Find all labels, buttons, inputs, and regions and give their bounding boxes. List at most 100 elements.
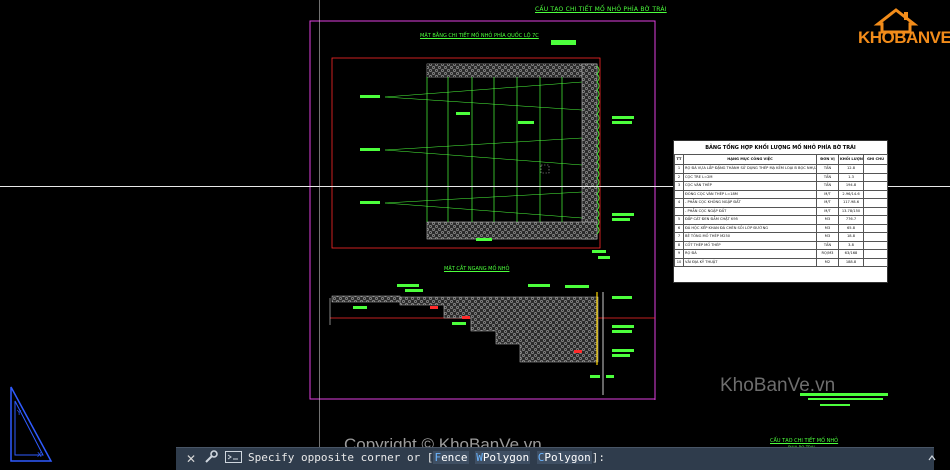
- table-cell: RỌ/M3: [816, 249, 839, 259]
- table-row: - PHẦN CỌC NGẬP ĐẤT M/T 13.78/150: [674, 206, 888, 216]
- table-row: 7 BÊ TÔNG MỐ THÉP M250 M3 18.8: [674, 232, 888, 242]
- table-cell: 3.8: [838, 240, 864, 250]
- table-cell: ĐÓNG CỌC VÁN THÉP L=18M: [683, 189, 817, 199]
- table-cell: CỐT THÉP MỐ THÉP: [683, 240, 817, 250]
- table-cell: M2: [816, 257, 839, 267]
- table-cell: M3: [816, 232, 839, 242]
- table-cell: [863, 215, 888, 225]
- table-cell: 10: [674, 257, 684, 267]
- table-cell: [674, 206, 684, 216]
- table-cell: 65.8: [838, 223, 864, 233]
- plan-bottom-wall: [426, 221, 598, 240]
- table-cell: M/T: [816, 198, 839, 208]
- table-cell: 5: [674, 215, 684, 225]
- command-prompt-text: Specify opposite corner or [: [248, 451, 434, 464]
- table-cell: ĐẮP CÁT ĐEN ĐẦM CHẶT K95: [683, 215, 817, 225]
- plan-view-label: MẶT BẰNG CHI TIẾT MỐ NHỎ PHÍA QUỐC LỘ 7C: [420, 33, 539, 39]
- table-cell: [863, 164, 888, 174]
- table-cell: 4: [674, 198, 684, 208]
- command-history-chevron-icon[interactable]: [928, 449, 936, 467]
- table-cell: M3: [816, 223, 839, 233]
- table-cell: BÊ TÔNG MỐ THÉP M250: [683, 232, 817, 242]
- table-cell: TẤN: [816, 240, 839, 250]
- table-row: 5 ĐẮP CÁT ĐEN ĐẦM CHẶT K95 M3 776.7: [674, 215, 888, 225]
- table-cell: [863, 240, 888, 250]
- quantity-table: BẢNG TỔNG HỢP KHỐI LƯỢNG MỐ NHỎ PHÍA BỜ …: [673, 140, 888, 283]
- table-row: 10 VẢI ĐỊA KỸ THUẬT M2 188.8: [674, 257, 888, 267]
- table-cell: 1.3: [838, 172, 864, 182]
- table-cell: 7: [674, 232, 684, 242]
- table-cell: RỌ ĐÁ: [683, 249, 817, 259]
- option-cpolygon[interactable]: CPolygon: [536, 451, 592, 464]
- table-row: 9 RỌ ĐÁ RỌ/M3 63/168: [674, 249, 888, 259]
- table-cell: 117.98.6: [838, 198, 864, 208]
- table-cell: 194.8: [838, 181, 864, 191]
- table-cell: 18.8: [838, 232, 864, 242]
- table-cell: [863, 223, 888, 233]
- table-cell: [863, 181, 888, 191]
- option-fence[interactable]: Fence: [433, 451, 469, 464]
- table-cell: 776.7: [838, 215, 864, 225]
- table-cell: 2: [674, 172, 684, 182]
- table-cell: CỌC TRE L=2M: [683, 172, 817, 182]
- customize-wrench-icon[interactable]: [203, 449, 219, 465]
- svg-text:Y: Y: [16, 409, 22, 417]
- table-cell: [863, 257, 888, 267]
- table-row: 8 CỐT THÉP MỐ THÉP TẤN 3.8: [674, 240, 888, 250]
- table-cell: 1: [674, 164, 684, 174]
- table-cell: [674, 189, 684, 199]
- table-cell: 3: [674, 181, 684, 191]
- table-cell: ĐÁ HỘC XẾP KHAN ĐÁ CHÈN SỎI LỚP ĐƯỜNG: [683, 223, 817, 233]
- section-view-label: MẶT CẮT NGANG MỐ NHỎ: [444, 266, 510, 272]
- table-cell: M3: [816, 215, 839, 225]
- table-row: 2 CỌC TRE L=2M TẤN 1.3: [674, 172, 888, 182]
- table-cell: 9: [674, 249, 684, 259]
- table-cell: TẤN: [816, 172, 839, 182]
- table-header: ĐƠN VỊ: [816, 154, 839, 165]
- table-cell: 6: [674, 223, 684, 233]
- table-cell: 13.78/150: [838, 206, 864, 216]
- plan-right-wall: [581, 63, 598, 240]
- table-header: HẠNG MỤC CÔNG VIỆC: [683, 154, 817, 165]
- close-icon[interactable]: ✕: [186, 452, 196, 466]
- plan-outline: [331, 57, 601, 249]
- table-cell: TẤN: [816, 164, 839, 174]
- section-gabion: [399, 296, 599, 363]
- command-prompt-icon[interactable]: [225, 451, 242, 463]
- table-cell: [863, 189, 888, 199]
- table-cell: 12.8: [838, 164, 864, 174]
- table-header-row: TT HẠNG MỤC CÔNG VIỆC ĐƠN VỊ KHỐI LƯỢNG …: [674, 154, 888, 165]
- table-cell: [863, 232, 888, 242]
- table-cell: [863, 172, 888, 182]
- logo-text: KHOBANVE: [858, 28, 950, 47]
- table-header: KHỐI LƯỢNG: [838, 154, 864, 165]
- table-cell: 63/168: [838, 249, 864, 259]
- bottom-right-label: CẤU TẠO CHI TIẾT MỐ NHỎ: [770, 438, 839, 444]
- table-row: 1 RỌ ĐÁ VỰA LẮP ĐẶNG THÀNH SỬ DỤNG THÉP M…: [674, 164, 888, 174]
- table-header: TT: [674, 154, 684, 165]
- command-line-input[interactable]: Specify opposite corner or [Fence WPolyg…: [248, 451, 605, 464]
- table-cell: TẤN: [816, 181, 839, 191]
- table-cell: 188.8: [838, 257, 864, 267]
- table-row: ĐÓNG CỌC VÁN THÉP L=18M M/T 2.96/14.6: [674, 189, 888, 199]
- table-cell: [863, 198, 888, 208]
- table-cell: VẢI ĐỊA KỸ THUẬT: [683, 257, 817, 267]
- quantity-table-title: BẢNG TỔNG HỢP KHỐI LƯỢNG MỐ NHỎ PHÍA BỜ …: [705, 145, 856, 151]
- table-cell: CỌC VÁN THÉP: [683, 181, 817, 191]
- option-wpolygon[interactable]: WPolygon: [475, 451, 531, 464]
- table-cell: M/T: [816, 189, 839, 199]
- ucs-icon: Y X: [10, 386, 53, 462]
- table-cell: - PHẦN CỌC KHÔNG NGẬP ĐẤT: [683, 198, 817, 208]
- table-cell: - PHẦN CỌC NGẬP ĐẤT: [683, 206, 817, 216]
- cursor-crosshair-vertical: [319, 0, 320, 470]
- table-cell: 8: [674, 240, 684, 250]
- table-row: 6 ĐÁ HỘC XẾP KHAN ĐÁ CHÈN SỎI LỚP ĐƯỜNG M3…: [674, 223, 888, 233]
- table-cell: [863, 206, 888, 216]
- sheet-title: CẤU TẠO CHI TIẾT MỐ NHỎ PHÍA BỜ TRÁI: [535, 6, 667, 13]
- site-watermark: KhoBanVe.vn: [720, 375, 836, 396]
- table-header: GHI CHÚ: [863, 154, 888, 165]
- table-cell: M/T: [816, 206, 839, 216]
- table-row: 3 CỌC VÁN THÉP TẤN 194.8: [674, 181, 888, 191]
- table-cell: RỌ ĐÁ VỰA LẮP ĐẶNG THÀNH SỬ DỤNG THÉP MẠ…: [683, 164, 817, 174]
- table-cell: [863, 249, 888, 259]
